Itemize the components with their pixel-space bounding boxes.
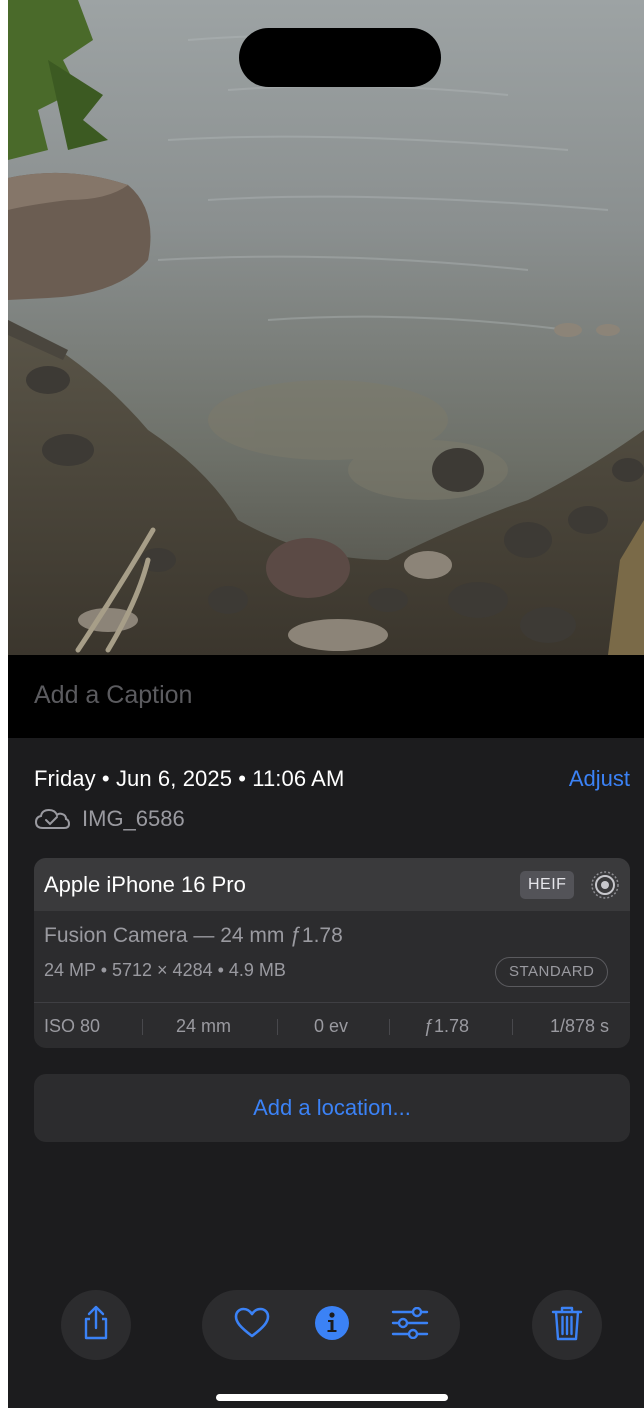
divider xyxy=(142,1019,143,1035)
adjust-button[interactable]: Adjust xyxy=(569,766,630,792)
exif-aperture: ƒ1.78 xyxy=(424,1016,470,1036)
file-name: IMG_6586 xyxy=(82,806,185,831)
toolbar-actions xyxy=(202,1290,460,1360)
heart-icon xyxy=(234,1307,270,1344)
share-icon xyxy=(79,1305,113,1346)
info-icon xyxy=(314,1305,350,1346)
edit-button[interactable] xyxy=(380,1290,440,1360)
device-name: Apple iPhone 16 Pro xyxy=(44,872,246,897)
favorite-button[interactable] xyxy=(222,1290,282,1360)
share-button[interactable] xyxy=(61,1290,131,1360)
photographic-style-badge: STANDARD xyxy=(495,957,609,987)
icloud-check-icon xyxy=(34,807,71,831)
divider xyxy=(277,1019,278,1035)
caption-area xyxy=(8,655,644,738)
divider xyxy=(389,1019,390,1035)
lens-info: Fusion Camera — 24 mm ƒ1.78 xyxy=(44,924,343,947)
info-button[interactable] xyxy=(302,1290,362,1360)
photo-view[interactable] xyxy=(8,0,644,655)
capture-date: Friday • Jun 6, 2025 • 11:06 AM xyxy=(34,766,345,791)
delete-button[interactable] xyxy=(532,1290,602,1360)
live-photo-icon[interactable] xyxy=(589,869,621,901)
exif-row: ISO 80 24 mm 0 ev ƒ1.78 1/878 s xyxy=(34,1003,630,1048)
dynamic-island xyxy=(239,28,441,87)
trash-icon xyxy=(551,1305,583,1346)
exif-shutter-speed: 1/878 s xyxy=(550,1016,610,1036)
home-indicator[interactable] xyxy=(216,1394,448,1401)
image-specs: 24 MP • 5712 × 4284 • 4.9 MB xyxy=(44,960,286,980)
caption-input[interactable] xyxy=(34,675,594,715)
format-badge: HEIF xyxy=(520,871,575,899)
camera-card-header: Apple iPhone 16 Pro HEIF xyxy=(34,858,630,911)
add-location-button[interactable]: Add a location... xyxy=(34,1074,630,1142)
exif-focal-length: 24 mm xyxy=(176,1016,232,1036)
screen-edge xyxy=(0,0,8,1408)
divider xyxy=(512,1019,513,1035)
camera-details-card: Apple iPhone 16 Pro HEIF Fusion Camera —… xyxy=(34,858,630,1048)
sliders-icon xyxy=(391,1306,429,1344)
file-info: IMG_6586 xyxy=(34,806,185,832)
exif-iso: ISO 80 xyxy=(44,1016,101,1036)
exif-exposure: 0 ev xyxy=(314,1016,349,1036)
